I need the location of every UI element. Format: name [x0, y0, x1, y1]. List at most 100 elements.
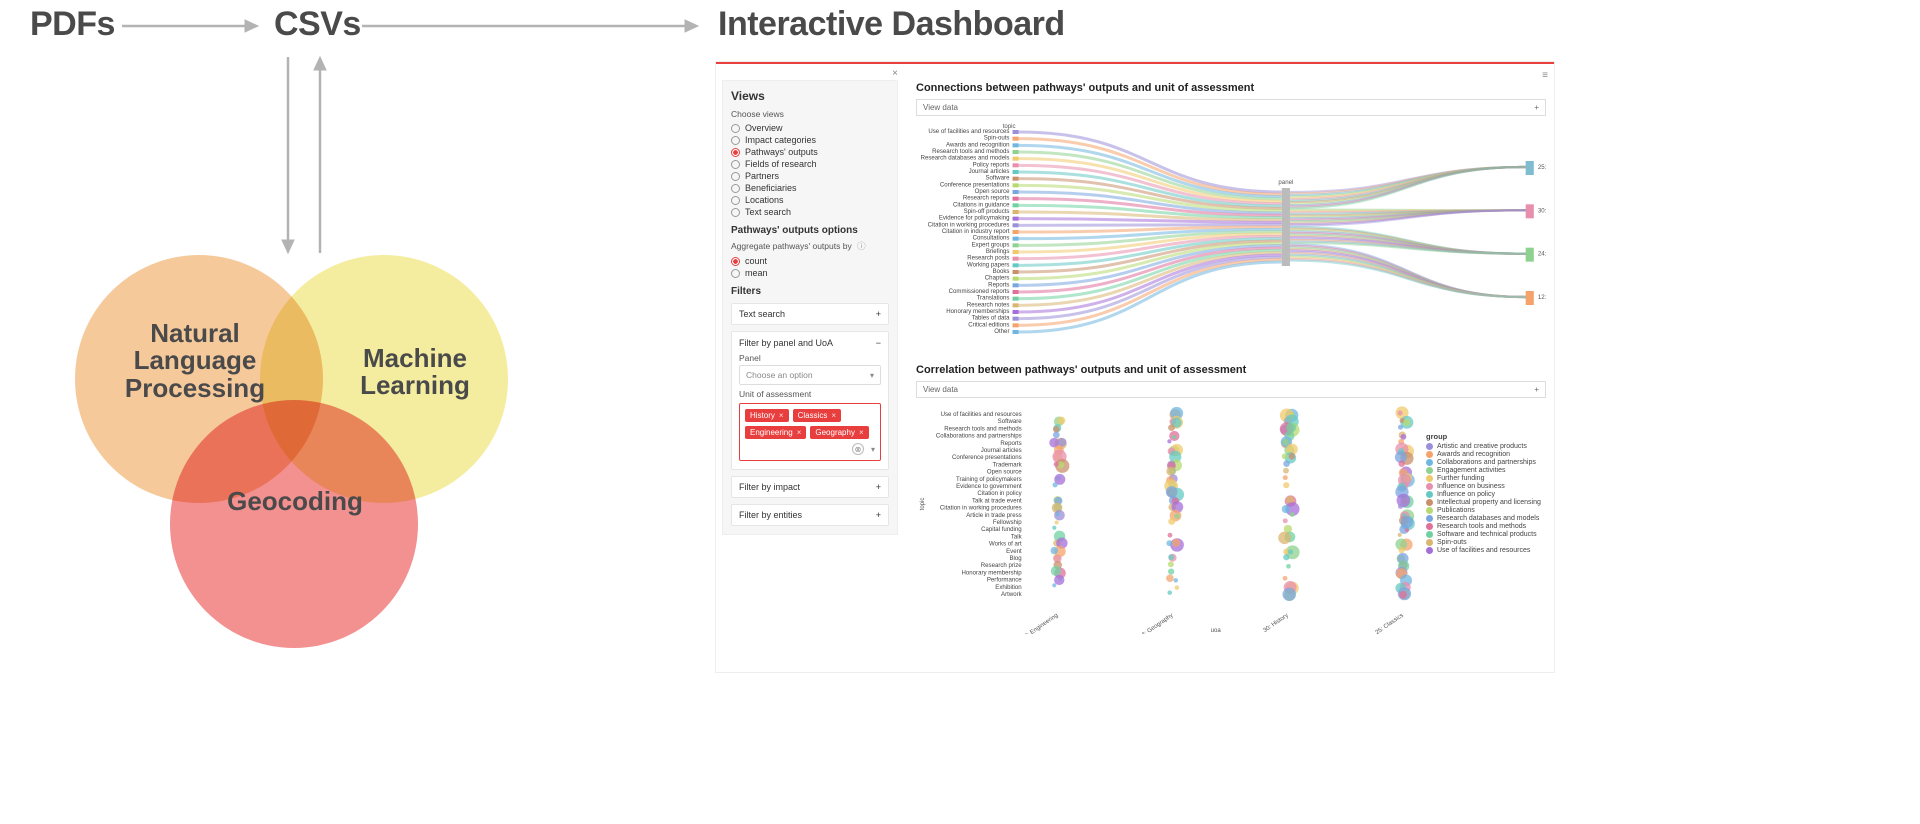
svg-text:Honorary memberships: Honorary memberships — [946, 309, 1009, 315]
svg-text:Research reports: Research reports — [963, 196, 1010, 202]
svg-text:topic: topic — [920, 498, 926, 511]
svg-text:Evidence to government: Evidence to government — [956, 484, 1022, 490]
dashboard-screenshot: × ≡ Views Choose views OverviewImpact ca… — [716, 62, 1554, 672]
info-icon[interactable]: ⓘ — [857, 241, 866, 251]
dashboard-sidebar: Views Choose views OverviewImpact catego… — [722, 80, 898, 535]
svg-text:12: Engineering: 12: Engineering — [1538, 295, 1546, 301]
uoa-tag[interactable]: History × — [745, 409, 789, 422]
svg-text:25: Classics: 25: Classics — [1538, 165, 1546, 171]
svg-text:Artwork: Artwork — [1001, 592, 1023, 598]
svg-text:30: History: 30: History — [1538, 208, 1546, 214]
view-option[interactable]: Partners — [731, 171, 889, 181]
svg-text:Talk: Talk — [1011, 534, 1023, 540]
view-option[interactable]: Pathways' outputs — [731, 147, 889, 157]
svg-text:Consultations: Consultations — [973, 236, 1010, 242]
view-data-dropdown-2[interactable]: View data+ — [916, 381, 1546, 398]
svg-text:Expert groups: Expert groups — [972, 242, 1010, 248]
legend-item: Influence on policy — [1426, 491, 1546, 498]
arrow-venn-up — [310, 55, 330, 255]
dashboard-main: Connections between pathways' outputs an… — [916, 78, 1546, 664]
filters-title: Filters — [731, 286, 889, 297]
svg-text:Research tools and methods: Research tools and methods — [944, 426, 1021, 432]
view-option[interactable]: Overview — [731, 123, 889, 133]
svg-text:25: Classics: 25: Classics — [1375, 613, 1405, 634]
svg-text:Event: Event — [1006, 549, 1022, 555]
aggregate-label: Aggregate pathways' outputs by ⓘ — [731, 240, 889, 252]
svg-text:Research tools and methods: Research tools and methods — [932, 149, 1009, 155]
svg-text:Exhibition: Exhibition — [995, 585, 1021, 591]
svg-text:Reports: Reports — [988, 282, 1009, 288]
venn-label-nlp: Natural Language Processing — [110, 320, 280, 402]
uoa-tag[interactable]: Geography × — [810, 426, 868, 439]
svg-text:Open source: Open source — [987, 470, 1022, 476]
svg-text:panel: panel — [1278, 180, 1293, 186]
svg-text:Article in trade press: Article in trade press — [966, 513, 1021, 519]
svg-text:Works of art: Works of art — [989, 542, 1022, 548]
svg-text:Citation in industry report: Citation in industry report — [942, 229, 1010, 235]
arrow-pdf-to-csv — [120, 16, 260, 36]
venn-label-ml: Machine Learning — [340, 345, 490, 400]
svg-text:Critical editions: Critical editions — [968, 322, 1009, 328]
clear-icon[interactable]: ⊗ — [852, 443, 864, 455]
svg-text:Journal articles: Journal articles — [969, 169, 1010, 175]
svg-text:Conference presentations: Conference presentations — [940, 182, 1010, 188]
svg-text:Journal articles: Journal articles — [981, 448, 1022, 454]
minus-icon[interactable]: − — [876, 338, 881, 348]
legend-item: Research tools and methods — [1426, 523, 1546, 530]
legend-item: Influence on business — [1426, 483, 1546, 490]
view-option[interactable]: Fields of research — [731, 159, 889, 169]
uoa-tag[interactable]: Classics × — [793, 409, 841, 422]
filter-panel-uoa: Filter by panel and UoA − Panel Choose a… — [731, 331, 889, 470]
filter-entities[interactable]: Filter by entities+ — [731, 504, 889, 526]
legend-item: Awards and recognition — [1426, 451, 1546, 458]
close-icon[interactable]: × — [892, 68, 898, 79]
filter-text-search[interactable]: Text search+ — [731, 303, 889, 325]
aggregate-option[interactable]: count — [731, 256, 889, 266]
filter-panel-uoa-label: Filter by panel and UoA — [739, 338, 833, 348]
svg-text:Research prize: Research prize — [981, 563, 1023, 569]
remove-icon[interactable]: × — [831, 411, 836, 420]
svg-text:Tables of data: Tables of data — [972, 316, 1011, 322]
svg-text:Use of facilities and resource: Use of facilities and resources — [941, 412, 1022, 418]
view-option[interactable]: Beneficiaries — [731, 183, 889, 193]
svg-text:Policy reports: Policy reports — [973, 162, 1010, 168]
legend-item: Research databases and models — [1426, 515, 1546, 522]
view-option[interactable]: Text search — [731, 207, 889, 217]
svg-text:Chapters: Chapters — [985, 276, 1010, 282]
svg-text:Working papers: Working papers — [967, 262, 1009, 268]
uoa-tags-box[interactable]: History × Classics × Engineering × Geograph… — [739, 403, 881, 461]
scatter-chart: Use of facilities and resourcesSoftwareR… — [916, 404, 1546, 634]
view-data-dropdown[interactable]: View data+ — [916, 99, 1546, 116]
svg-text:Commissioned reports: Commissioned reports — [949, 289, 1010, 295]
panel-label: Panel — [739, 353, 881, 363]
svg-text:Training of policymakers: Training of policymakers — [956, 477, 1022, 483]
venn-circle-geo — [170, 400, 418, 648]
svg-text:Books: Books — [993, 269, 1010, 275]
remove-icon[interactable]: × — [797, 428, 802, 437]
svg-text:Capital funding: Capital funding — [981, 527, 1022, 533]
svg-text:Software: Software — [985, 176, 1010, 182]
chevron-down-icon: ▾ — [870, 371, 874, 380]
svg-text:Awards and recognition: Awards and recognition — [946, 142, 1009, 148]
panel-select[interactable]: Choose an option ▾ — [739, 365, 881, 385]
svg-text:Open source: Open source — [975, 189, 1010, 195]
svg-text:Honorary membership: Honorary membership — [962, 570, 1023, 576]
aggregate-option[interactable]: mean — [731, 268, 889, 278]
legend-item: Spin-outs — [1426, 539, 1546, 546]
heading-dashboard: Interactive Dashboard — [718, 5, 1065, 44]
svg-text:12: Engineering: 12: Engineering — [1021, 613, 1059, 634]
remove-icon[interactable]: × — [779, 411, 784, 420]
svg-text:Other: Other — [994, 329, 1009, 335]
svg-text:Reports: Reports — [1000, 441, 1021, 447]
svg-text:Citations in guidance: Citations in guidance — [953, 202, 1010, 208]
remove-icon[interactable]: × — [859, 428, 864, 437]
svg-text:Use of facilities and resource: Use of facilities and resources — [928, 129, 1009, 135]
filter-impact[interactable]: Filter by impact+ — [731, 476, 889, 498]
svg-text:Citation in working procedures: Citation in working procedures — [928, 222, 1010, 228]
view-option[interactable]: Locations — [731, 195, 889, 205]
uoa-tag[interactable]: Engineering × — [745, 426, 806, 439]
legend-item: Artistic and creative products — [1426, 443, 1546, 450]
view-option[interactable]: Impact categories — [731, 135, 889, 145]
chevron-down-icon: ▾ — [871, 445, 875, 454]
arrow-csv-to-dash — [360, 16, 700, 36]
